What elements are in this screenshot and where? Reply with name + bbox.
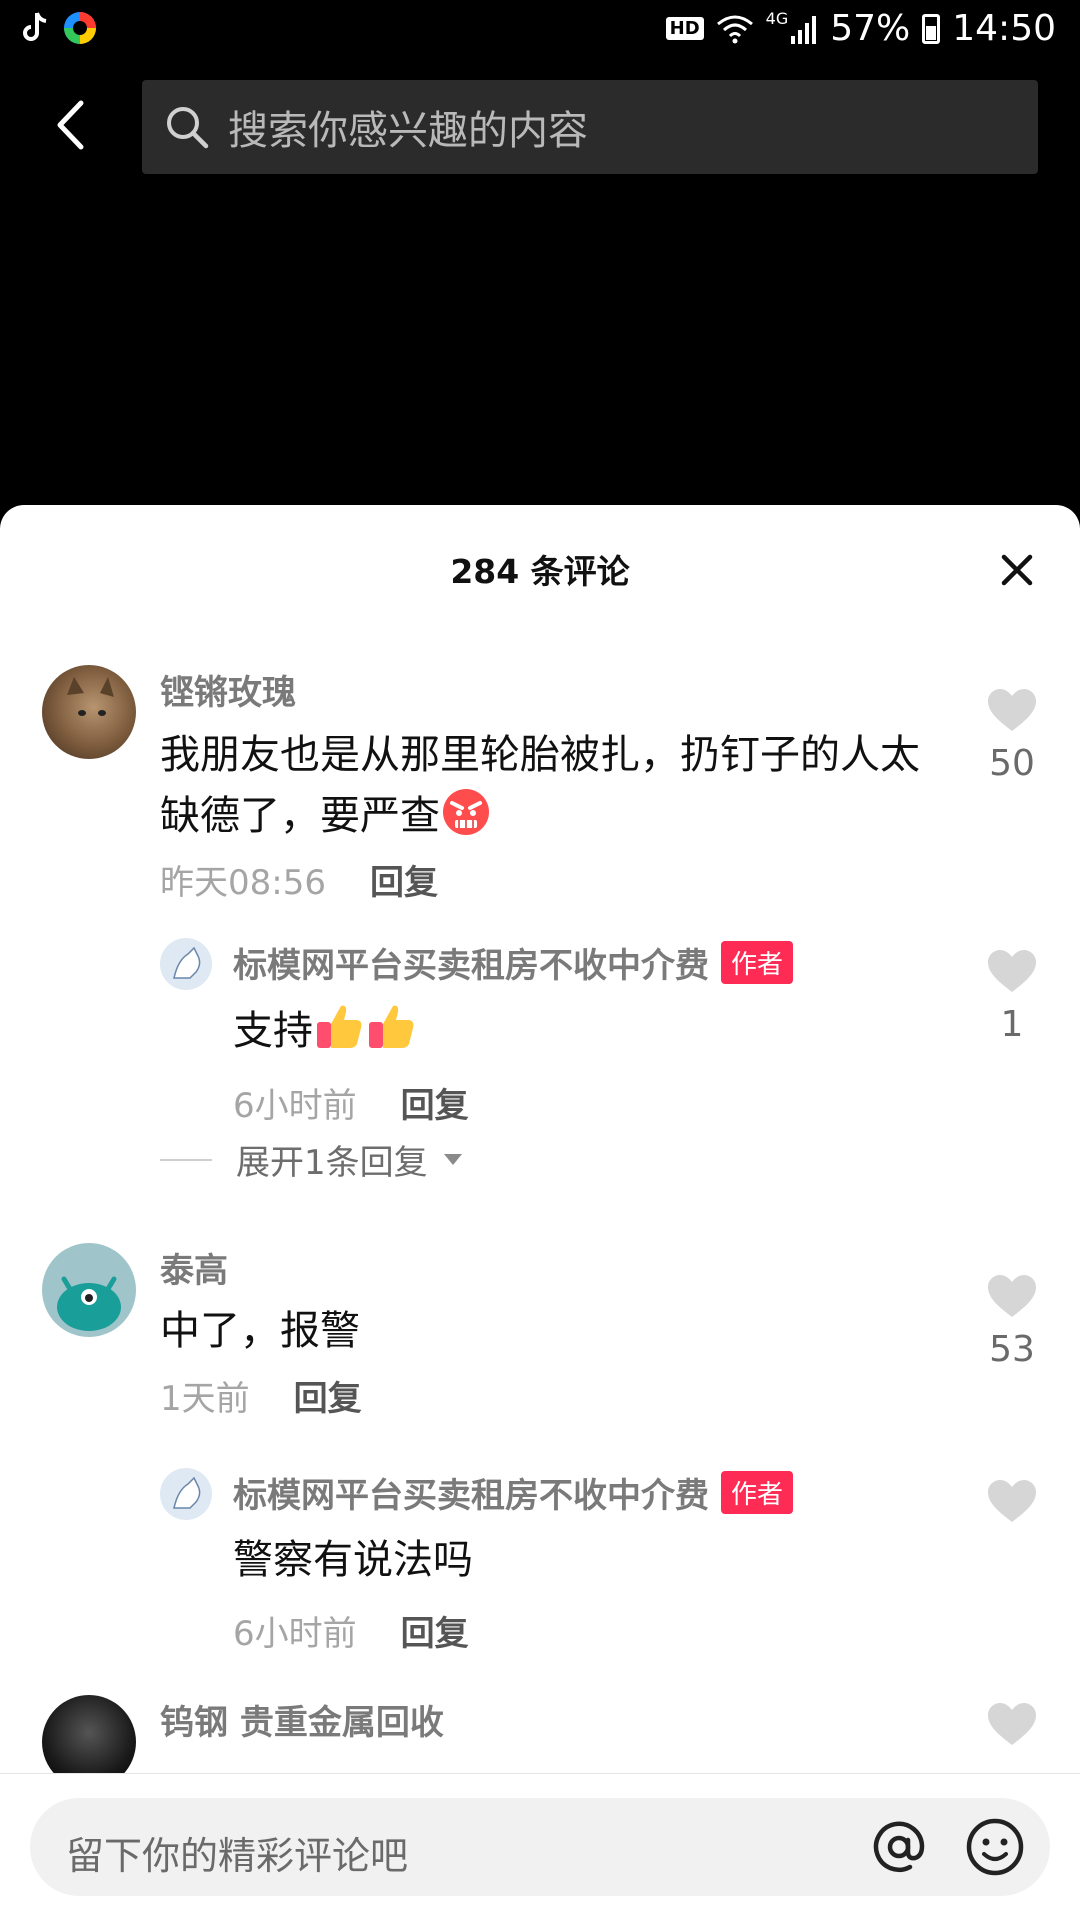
expand-replies-button[interactable]: 展开1条回复 (160, 1135, 462, 1184)
heart-icon (988, 1703, 1036, 1745)
author-tag: 作者 (721, 1471, 794, 1514)
comment-username[interactable]: 钨钢 贵重金属回收 (160, 1695, 444, 1744)
comment-input[interactable]: 留下你的精彩评论吧 (30, 1798, 1050, 1896)
avatar[interactable] (42, 665, 136, 759)
heart-icon (988, 689, 1036, 731)
reply-username-text: 标模网平台买卖租房不收中介费 (233, 946, 709, 986)
cat-avatar-art (67, 677, 114, 716)
comment-text: 中了，报警 (160, 1308, 360, 1354)
thumbs-up-icon (369, 1005, 414, 1048)
hd-badge: HD (665, 17, 704, 40)
reply-text: 支持 (233, 1000, 417, 1061)
status-bar: HD 4G 57% 14:50 (0, 0, 1080, 62)
tiktok-icon (23, 12, 47, 41)
reply-button[interactable]: 回复 (294, 1379, 362, 1419)
comment-meta: 1天前 回复 (160, 1371, 362, 1420)
clock: 14:50 (952, 8, 1056, 49)
comment-input-bar: 留下你的精彩评论吧 (0, 1773, 1080, 1920)
signal-icon (791, 15, 817, 44)
emoji-icon[interactable] (962, 1814, 1028, 1880)
angry-face-icon (443, 789, 489, 835)
battery-icon (922, 13, 941, 44)
back-icon (57, 100, 84, 150)
colorful-app-icon (64, 12, 96, 44)
comment-count-title: 284 条评论 (450, 552, 630, 591)
back-button[interactable] (40, 90, 100, 160)
search-placeholder: 搜索你感兴趣的内容 (228, 108, 588, 154)
avatar[interactable] (160, 1468, 212, 1520)
comment-sheet: 284 条评论 铿锵玫瑰 我朋友也是从那里轮胎被扎，扔钉子的人太缺德了，要严查 (0, 505, 1080, 1920)
comment-text: 我朋友也是从那里轮胎被扎，扔钉子的人太缺德了，要严查 (160, 725, 950, 846)
at-icon[interactable] (866, 1814, 932, 1880)
heart-icon (988, 1480, 1036, 1522)
like-button[interactable] (982, 1701, 1042, 1751)
reply-username[interactable]: 标模网平台买卖租房不收中介费 作者 (233, 1468, 794, 1517)
author-tag: 作者 (721, 941, 794, 984)
heart-icon (988, 950, 1036, 992)
reply-button[interactable]: 回复 (370, 863, 438, 903)
comment-input-placeholder: 留下你的精彩评论吧 (66, 1834, 409, 1878)
like-button[interactable] (982, 1478, 1042, 1528)
reply-body: 支持 (233, 1008, 313, 1054)
chevron-down-icon (443, 1154, 462, 1165)
like-count: 53 (989, 1329, 1035, 1370)
reply-text: 警察有说法吗 (233, 1537, 473, 1583)
like-button[interactable]: 1 (982, 948, 1042, 1045)
battery-percent: 57% (830, 8, 911, 49)
search-icon (167, 107, 209, 149)
heart-icon (988, 1275, 1036, 1317)
reply-username[interactable]: 标模网平台买卖租房不收中介费 作者 (233, 938, 794, 987)
close-icon[interactable] (994, 547, 1040, 593)
search-input[interactable]: 搜索你感兴趣的内容 (142, 80, 1038, 174)
comment-meta: 昨天08:56 回复 (160, 855, 438, 904)
reply-meta: 6小时前 回复 (233, 1078, 469, 1127)
reply-button[interactable]: 回复 (401, 1614, 469, 1654)
comment-username[interactable]: 铿锵玫瑰 (160, 665, 296, 714)
horse-avatar-art (173, 1476, 201, 1509)
comment-time: 昨天08:56 (160, 863, 326, 903)
like-count: 50 (989, 743, 1035, 784)
avatar[interactable] (160, 938, 212, 990)
horse-avatar-art (173, 946, 201, 979)
comment-username[interactable]: 泰高 (160, 1243, 228, 1292)
comment-time: 1天前 (160, 1379, 250, 1419)
thumbs-up-icon (317, 1005, 362, 1048)
expand-label: 展开1条回复 (236, 1143, 428, 1183)
reply-time: 6小时前 (233, 1614, 357, 1654)
monster-avatar-art (57, 1276, 121, 1331)
reply-time: 6小时前 (233, 1086, 357, 1126)
network-label: 4G (765, 9, 789, 28)
like-count: 1 (1000, 1004, 1024, 1045)
divider-line (160, 1158, 212, 1161)
reply-meta: 6小时前 回复 (233, 1606, 469, 1655)
avatar[interactable] (42, 1243, 136, 1337)
reply-button[interactable]: 回复 (401, 1086, 469, 1126)
reply-username-text: 标模网平台买卖租房不收中介费 (233, 1476, 709, 1516)
comment-body: 我朋友也是从那里轮胎被扎，扔钉子的人太缺德了，要严查 (160, 732, 920, 839)
like-button[interactable]: 50 (982, 687, 1042, 784)
wifi-icon (716, 15, 753, 43)
like-button[interactable]: 53 (982, 1273, 1042, 1370)
